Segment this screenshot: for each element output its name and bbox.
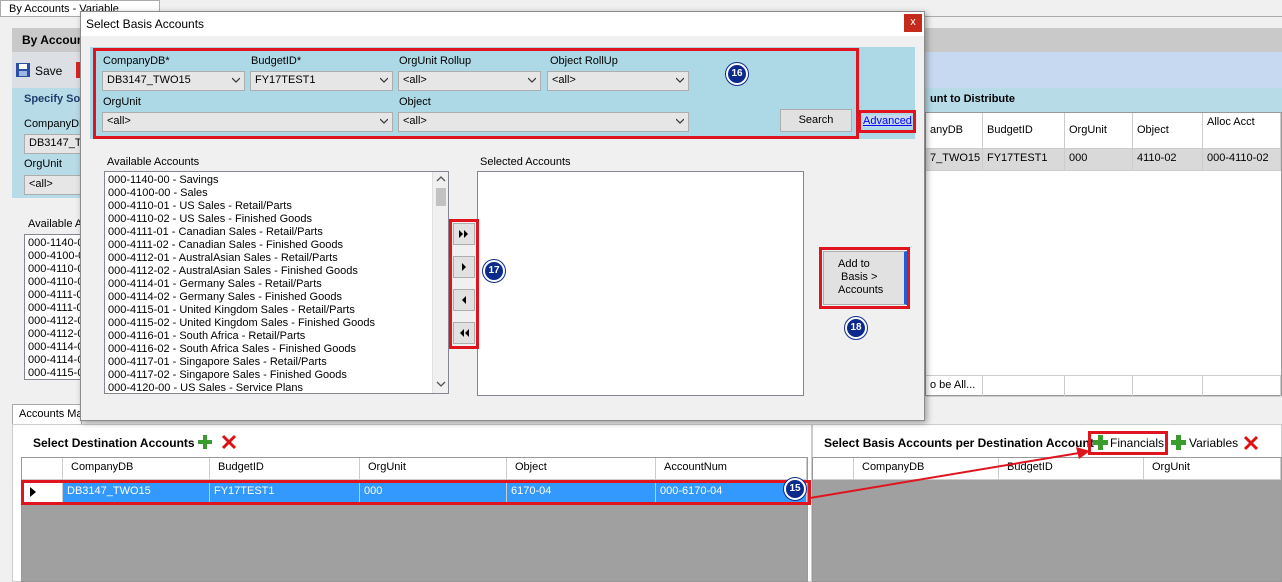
callout-badge-16: 16: [726, 63, 748, 85]
dest-header[interactable]: Object: [507, 458, 656, 480]
tab-accounts[interactable]: Accounts Ma: [12, 404, 83, 424]
remove-basis-icon[interactable]: [1243, 435, 1259, 451]
available-accounts-label: Available Accounts: [107, 156, 200, 168]
highlight-financials: [1088, 431, 1168, 455]
bg-available-item[interactable]: 000-4111-0: [25, 289, 83, 302]
available-account-item[interactable]: 000-4116-01 - South Africa - Retail/Part…: [105, 330, 448, 343]
bg-available-item[interactable]: 000-4100-0: [25, 250, 84, 263]
available-account-item[interactable]: 000-4115-02 - United Kingdom Sales - Fin…: [105, 317, 448, 330]
dialog-close-button[interactable]: x: [904, 14, 922, 32]
right-grid-cell[interactable]: 000: [1065, 149, 1133, 171]
bg-available-list[interactable]: 000-1140-0 000-4100-0 000-4110-0 000-4110-0…: [24, 234, 84, 380]
scroll-up-icon[interactable]: [433, 172, 449, 186]
scroll-thumb[interactable]: [436, 188, 446, 206]
destination-grid[interactable]: CompanyDB BudgetID OrgUnit Object Accoun…: [21, 457, 808, 582]
bg-companydb-label: CompanyDB: [24, 118, 87, 130]
available-account-item[interactable]: 000-4110-01 - US Sales - Retail/Parts: [105, 200, 448, 213]
right-grid-cell[interactable]: 4110-02: [1133, 149, 1203, 171]
available-account-item[interactable]: 000-4111-02 - Canadian Sales - Finished …: [105, 239, 448, 252]
available-account-item[interactable]: 000-4116-02 - South Africa Sales - Finis…: [105, 343, 448, 356]
specify-label: Specify So: [24, 93, 81, 105]
right-grid-header[interactable]: anyDB: [926, 113, 983, 149]
available-account-item[interactable]: 000-4120-00 - US Sales - Service Plans: [105, 382, 448, 393]
highlight-add-to-basis: [819, 247, 910, 309]
bg-available-item[interactable]: 000-4114-0: [25, 341, 83, 354]
right-grid-cell[interactable]: 7_TWO15: [926, 149, 983, 171]
right-grid-footer-cell: [1203, 375, 1281, 397]
available-account-item[interactable]: 000-4117-02 - Singapore Sales - Finished…: [105, 369, 448, 382]
right-grid-cell[interactable]: FY17TEST1: [983, 149, 1065, 171]
save-button[interactable]: Save: [35, 64, 62, 78]
callout-badge-18: 18: [845, 317, 867, 339]
bg-available-item[interactable]: 000-4110-0: [25, 263, 83, 276]
highlight-destination-row: [21, 480, 811, 505]
scroll-down-icon[interactable]: [433, 377, 449, 391]
available-account-item[interactable]: 000-4115-01 - United Kingdom Sales - Ret…: [105, 304, 448, 317]
available-account-item[interactable]: 000-4114-02 - Germany Sales - Finished G…: [105, 291, 448, 304]
highlight-advanced: [858, 110, 916, 133]
right-grid-cell[interactable]: 000-4110-02: [1203, 149, 1281, 171]
callout-badge-17: 17: [483, 260, 505, 282]
available-account-item[interactable]: 000-4112-02 - AustralAsian Sales - Finis…: [105, 265, 448, 278]
bg-available-item[interactable]: 000-4114-0: [25, 354, 83, 367]
right-grid-footer: o be All...: [926, 375, 983, 397]
right-grid-header[interactable]: BudgetID: [983, 113, 1065, 149]
basis-per-dest-title: Select Basis Accounts per Destination Ac…: [824, 436, 1094, 450]
available-account-item[interactable]: 000-4112-01 - AustralAsian Sales - Retai…: [105, 252, 448, 265]
dialog-title: Select Basis Accounts: [86, 17, 205, 31]
available-account-item[interactable]: 000-4100-00 - Sales: [105, 187, 448, 200]
right-grid-header[interactable]: OrgUnit: [1065, 113, 1133, 149]
right-grid-header[interactable]: Object: [1133, 113, 1203, 149]
bg-available-item[interactable]: 000-4115-0: [25, 367, 83, 380]
save-icon[interactable]: [16, 63, 30, 77]
dest-header[interactable]: BudgetID: [210, 458, 360, 480]
add-destination-icon[interactable]: [197, 434, 213, 450]
basis-header[interactable]: BudgetID: [999, 458, 1144, 480]
available-account-item[interactable]: 000-4114-01 - Germany Sales - Retail/Par…: [105, 278, 448, 291]
selected-accounts-label: Selected Accounts: [480, 156, 571, 168]
right-grid-footer-cell: [1133, 375, 1203, 397]
bg-orgunit-combo[interactable]: <all>: [24, 175, 82, 195]
grid-corner: [813, 458, 854, 480]
available-account-item[interactable]: 000-4117-01 - Singapore Sales - Retail/P…: [105, 356, 448, 369]
highlight-move-buttons: [449, 219, 479, 349]
right-grid[interactable]: anyDB BudgetID OrgUnit Object Alloc Acct…: [925, 112, 1282, 397]
bg-orgunit-label: OrgUnit: [24, 158, 62, 170]
dest-header[interactable]: CompanyDB: [63, 458, 210, 480]
available-account-item[interactable]: 000-4110-02 - US Sales - Finished Goods: [105, 213, 448, 226]
bg-available-item[interactable]: 000-4111-0: [25, 302, 83, 315]
highlight-filters: [93, 48, 859, 139]
bg-available-item[interactable]: 000-4112-0: [25, 328, 83, 341]
basis-per-dest-grid[interactable]: CompanyDB BudgetID OrgUnit: [812, 457, 1282, 582]
remove-destination-icon[interactable]: [221, 434, 237, 450]
bg-available-item[interactable]: 000-4110-0: [25, 276, 83, 289]
right-grid-header[interactable]: Alloc Acct: [1203, 113, 1281, 149]
grid-corner: [22, 458, 63, 480]
variables-add-icon[interactable]: [1171, 435, 1186, 450]
bg-companydb-combo[interactable]: DB3147_TW: [24, 134, 92, 154]
dialog-titlebar: [81, 12, 924, 36]
dest-header[interactable]: AccountNum: [656, 458, 807, 480]
toolbar-extension: [925, 52, 1282, 88]
right-panel-header: unt to Distribute: [925, 88, 1282, 112]
destination-title: Select Destination Accounts: [33, 436, 195, 450]
callout-badge-15: 15: [784, 478, 806, 500]
basis-header[interactable]: CompanyDB: [854, 458, 999, 480]
available-scrollbar[interactable]: [432, 172, 448, 393]
available-account-item[interactable]: 000-1140-00 - Savings: [105, 174, 448, 187]
selected-accounts-list[interactable]: [477, 171, 804, 396]
bg-available-item[interactable]: 000-1140-0: [25, 237, 83, 250]
bg-available-label: Available A: [28, 218, 83, 230]
bg-available-item[interactable]: 000-4112-0: [25, 315, 83, 328]
available-accounts-list[interactable]: 000-1140-00 - Savings 000-4100-00 - Sales…: [104, 171, 449, 394]
basis-header[interactable]: OrgUnit: [1144, 458, 1281, 480]
dest-header[interactable]: OrgUnit: [360, 458, 507, 480]
right-grid-footer-cell: [983, 375, 1065, 397]
right-grid-footer-cell: [1065, 375, 1133, 397]
available-account-item[interactable]: 000-4111-01 - Canadian Sales - Retail/Pa…: [105, 226, 448, 239]
variables-button[interactable]: Variables: [1189, 436, 1238, 450]
